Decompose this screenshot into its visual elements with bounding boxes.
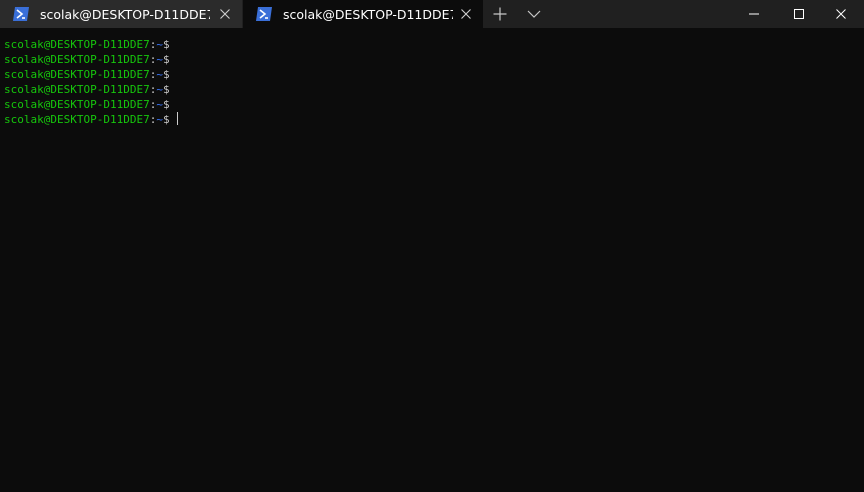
tab-title: scolak@DESKTOP-D11DDE7: ~/: [40, 6, 210, 22]
prompt-line: scolak@DESKTOP-D11DDE7:~$: [4, 67, 864, 82]
dropdown-button[interactable]: [520, 0, 548, 28]
prompt-line-current: scolak@DESKTOP-D11DDE7:~$: [4, 112, 864, 127]
prompt-line: scolak@DESKTOP-D11DDE7:~$: [4, 37, 864, 52]
plus-icon: [493, 7, 507, 21]
prompt-user-host: scolak@DESKTOP-D11DDE7: [4, 113, 150, 126]
close-icon: [836, 9, 846, 19]
tab-title: scolak@DESKTOP-D11DDE7: ~: [283, 6, 453, 22]
close-icon[interactable]: [459, 7, 473, 21]
prompt-line: scolak@DESKTOP-D11DDE7:~$: [4, 82, 864, 97]
prompt-symbol: $: [162, 53, 170, 66]
prompt-path: ~: [156, 68, 163, 81]
maximize-icon: [794, 9, 804, 19]
prompt-path: ~: [156, 53, 163, 66]
tab-2[interactable]: scolak@DESKTOP-D11DDE7: ~: [243, 0, 483, 28]
terminal-output[interactable]: scolak@DESKTOP-D11DDE7:~$ scolak@DESKTOP…: [0, 28, 864, 492]
maximize-button[interactable]: [776, 0, 822, 28]
minimize-button[interactable]: [731, 0, 777, 28]
close-icon[interactable]: [218, 7, 232, 21]
close-window-button[interactable]: [818, 0, 864, 28]
prompt-user-host: scolak@DESKTOP-D11DDE7: [4, 68, 150, 81]
prompt-symbol: $: [162, 83, 170, 96]
new-tab-button[interactable]: [486, 0, 514, 28]
powershell-icon: [13, 7, 29, 21]
prompt-path: ~: [156, 113, 163, 126]
tab-1[interactable]: scolak@DESKTOP-D11DDE7: ~/: [0, 0, 242, 28]
prompt-symbol: $: [162, 113, 170, 126]
prompt-path: ~: [156, 38, 163, 51]
prompt-user-host: scolak@DESKTOP-D11DDE7: [4, 38, 150, 51]
prompt-symbol: $: [162, 68, 170, 81]
chevron-down-icon: [527, 10, 541, 18]
prompt-user-host: scolak@DESKTOP-D11DDE7: [4, 83, 150, 96]
text-cursor: [176, 112, 178, 125]
prompt-user-host: scolak@DESKTOP-D11DDE7: [4, 98, 150, 111]
prompt-path: ~: [156, 83, 163, 96]
prompt-symbol: $: [162, 38, 170, 51]
prompt-line: scolak@DESKTOP-D11DDE7:~$: [4, 97, 864, 112]
minimize-icon: [749, 13, 759, 15]
prompt-path: ~: [156, 98, 163, 111]
prompt-symbol: $: [162, 98, 170, 111]
title-bar: scolak@DESKTOP-D11DDE7: ~/ scolak@DESKTO…: [0, 0, 864, 28]
prompt-user-host: scolak@DESKTOP-D11DDE7: [4, 53, 150, 66]
prompt-line: scolak@DESKTOP-D11DDE7:~$: [4, 52, 864, 67]
powershell-icon: [256, 7, 272, 21]
